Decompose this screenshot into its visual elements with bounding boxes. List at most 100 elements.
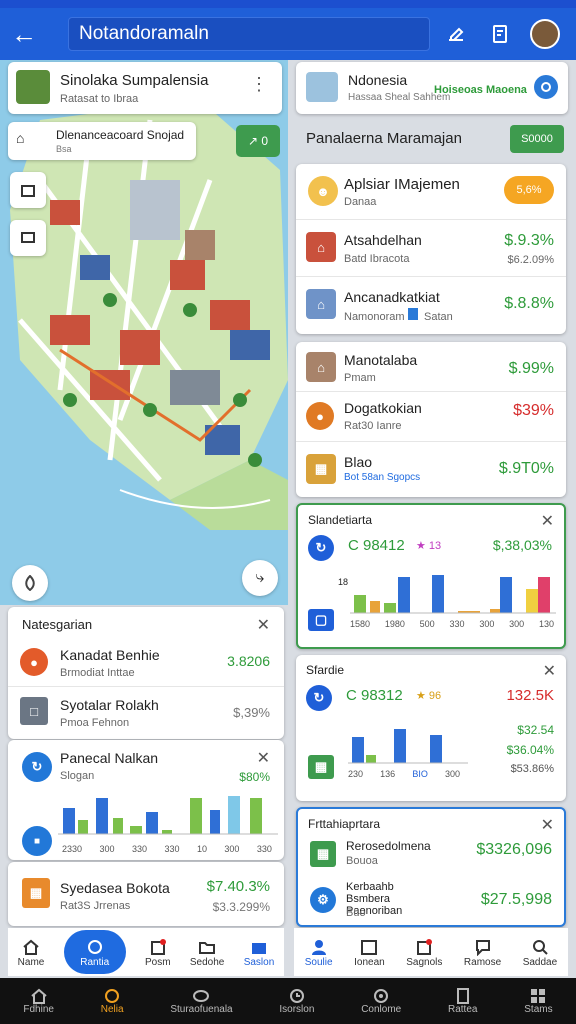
nav-label: Saddae <box>522 956 558 968</box>
search-input[interactable]: Notandoramaln <box>68 17 430 51</box>
nav-messages[interactable]: Ramose <box>464 937 501 968</box>
item-value: $.9.3% <box>504 232 554 249</box>
bar <box>190 798 202 834</box>
close-icon[interactable]: ✕ <box>541 815 554 835</box>
nav-home[interactable]: Name <box>18 937 44 968</box>
nav-label: Ionean <box>354 956 385 968</box>
tick-label: 300 <box>509 619 525 629</box>
list-item[interactable]: ▦ Blao Bot 58an Sgopcs $.9T0% <box>296 442 566 497</box>
bar <box>228 796 240 834</box>
house-icon: ⌂ <box>306 352 336 382</box>
place-card[interactable]: Sinolaka Sumpalensia Ratasat to Ibraa ⋮ <box>8 62 282 114</box>
item-title: Aplsiar IMajemen <box>344 176 460 193</box>
refresh-icon: ↻ <box>22 752 52 782</box>
back-arrow-icon[interactable]: ← <box>0 8 48 60</box>
item-subtitle: Bouoa <box>346 855 378 867</box>
location-icon[interactable] <box>12 565 48 601</box>
system-nav-bar: Fdhine Nelia Sturaofuenala Isorslon Conl… <box>0 978 576 1024</box>
chart-x-labels: 2330 300 330 330 10 300 330 <box>62 844 272 854</box>
nav-label: Sedohe <box>189 956 225 968</box>
list-item[interactable]: ▦ Rerosedolmena Bouoa $3326,096 <box>298 837 564 879</box>
nav-calendar[interactable]: Ionean <box>354 937 385 968</box>
bar <box>370 601 380 613</box>
close-icon[interactable]: ✕ <box>543 661 556 681</box>
item-subtitle: Brmodiat Inttae <box>60 667 135 679</box>
nav-folder[interactable]: Sedohe <box>190 937 224 968</box>
place-thumbnail <box>16 70 50 104</box>
nav-signals[interactable]: Sagnols <box>406 937 442 968</box>
item-value: $39% <box>513 402 554 419</box>
nav-label: Ramose <box>463 956 502 968</box>
section-button[interactable]: S0000 <box>510 125 564 153</box>
list-item[interactable]: ● Dogatkokian Rat30 Ianre $39% <box>296 392 566 442</box>
nav-notifications[interactable]: Posm <box>145 937 171 968</box>
compass-icon[interactable]: ⤷ <box>242 560 278 596</box>
sys-item-home[interactable]: Fdhine <box>23 988 54 1015</box>
layers-icon[interactable] <box>10 172 46 208</box>
clock-icon <box>289 988 304 1003</box>
item-title: Syedasea Bokota <box>60 880 170 896</box>
nav-profile[interactable]: Soulie <box>305 937 333 968</box>
chart-value: 132.5K <box>506 687 554 704</box>
avatar[interactable] <box>530 19 560 49</box>
map-view[interactable]: Sinolaka Sumpalensia Ratasat to Ibraa ⋮ … <box>0 60 288 605</box>
document-icon[interactable] <box>482 16 518 52</box>
tick-label: 230 <box>348 769 364 779</box>
chat-icon[interactable] <box>10 220 46 256</box>
list-item[interactable]: ⚙ Kerbaahb Bsmbera Paonoriban Buo $27.5,… <box>298 879 564 925</box>
more-vert-icon[interactable]: ⋮ <box>250 74 268 95</box>
grid-icon <box>531 988 546 1003</box>
panel-divider <box>288 60 294 978</box>
search-icon <box>84 937 106 957</box>
bag-icon <box>248 937 270 957</box>
nav-search[interactable]: Rantia <box>63 930 126 974</box>
item-title: Atsahdelhan <box>344 232 422 248</box>
sys-item-grid[interactable]: Stams <box>524 988 553 1015</box>
bar <box>354 595 366 613</box>
summary-title: Frttahiaprtara <box>308 817 381 831</box>
calendar-icon <box>358 937 380 957</box>
item-value: $,39% <box>233 705 270 720</box>
list-item[interactable]: ⌂ Ancanadkatkiat Namonoram Satan $.8.8% <box>296 277 566 334</box>
item-subtitle: Pmam <box>344 372 376 384</box>
nav-bag[interactable]: Saslon <box>244 937 274 968</box>
house-icon: ⌂ <box>306 289 336 319</box>
list-item[interactable]: □ Syotalar Rolakh Pmoa Fehnon $,39% <box>8 687 284 739</box>
popup-title: Dlenanceacoard Snojad <box>56 128 185 142</box>
list-item[interactable]: ⌂ Atsahdelhan Batd Ibracota $.9.3% $6.2.… <box>296 220 566 277</box>
chart-card-title: Slandetiarta <box>308 513 373 527</box>
right-header-card[interactable]: Ndonesia Hassaa Sheal Sahhem Hoiseoas Ma… <box>296 62 568 114</box>
close-icon[interactable]: ✕ <box>257 748 270 768</box>
list-item[interactable]: ● Kanadat Benhie Brmodiat Inttae 3.8206 <box>8 637 284 687</box>
bar <box>538 577 550 613</box>
item-title: Rerosedolmena <box>346 839 431 853</box>
status-bar <box>0 0 576 8</box>
close-icon[interactable]: ✕ <box>257 615 270 635</box>
close-icon[interactable]: ✕ <box>541 511 554 531</box>
nav-search[interactable]: Saddae <box>523 937 557 968</box>
sys-item-coins[interactable]: Sturaofuenala <box>170 988 233 1015</box>
edit-icon[interactable] <box>438 16 474 52</box>
chart-value-4: $53.86% <box>510 763 554 775</box>
nav-label: Posm <box>145 956 171 968</box>
list-item[interactable]: ⌂ Manotalaba Pmam $.99% <box>296 342 566 392</box>
item-subtitle: Rat3S Jrrenas <box>60 900 131 912</box>
list-item[interactable]: ☻ Aplsiar IMajemen Danaa 5,6% <box>296 164 566 220</box>
chart-x-labels: 230 136 BIO 300 <box>348 769 460 779</box>
nav-label: Sagnols <box>406 956 443 968</box>
sys-item-explore[interactable]: Nelia <box>101 988 124 1015</box>
chart-value: $,38,03% <box>492 537 552 553</box>
left-bottom-item[interactable]: ▦ Syedasea Bokota Rat3S Jrrenas $7.40.3%… <box>8 862 284 926</box>
map-badge[interactable]: ↗ 0 <box>236 125 280 157</box>
person-icon: ☻ <box>308 176 338 206</box>
place-title: Sinolaka Sumpalensia <box>60 72 209 89</box>
map-popup[interactable]: ⌂ Dlenanceacoard Snojad Bsa <box>8 122 196 160</box>
bar <box>398 577 410 613</box>
grid-icon: ▦ <box>310 841 336 867</box>
sys-item-target[interactable]: Conlome <box>361 988 401 1015</box>
sys-item-history[interactable]: Isorslon <box>279 988 314 1015</box>
search-icon[interactable] <box>534 75 558 99</box>
sys-item-docs[interactable]: Rattea <box>448 987 477 1015</box>
calendar-icon: ▦ <box>308 755 334 779</box>
item-title: Dogatkokian <box>344 400 422 416</box>
